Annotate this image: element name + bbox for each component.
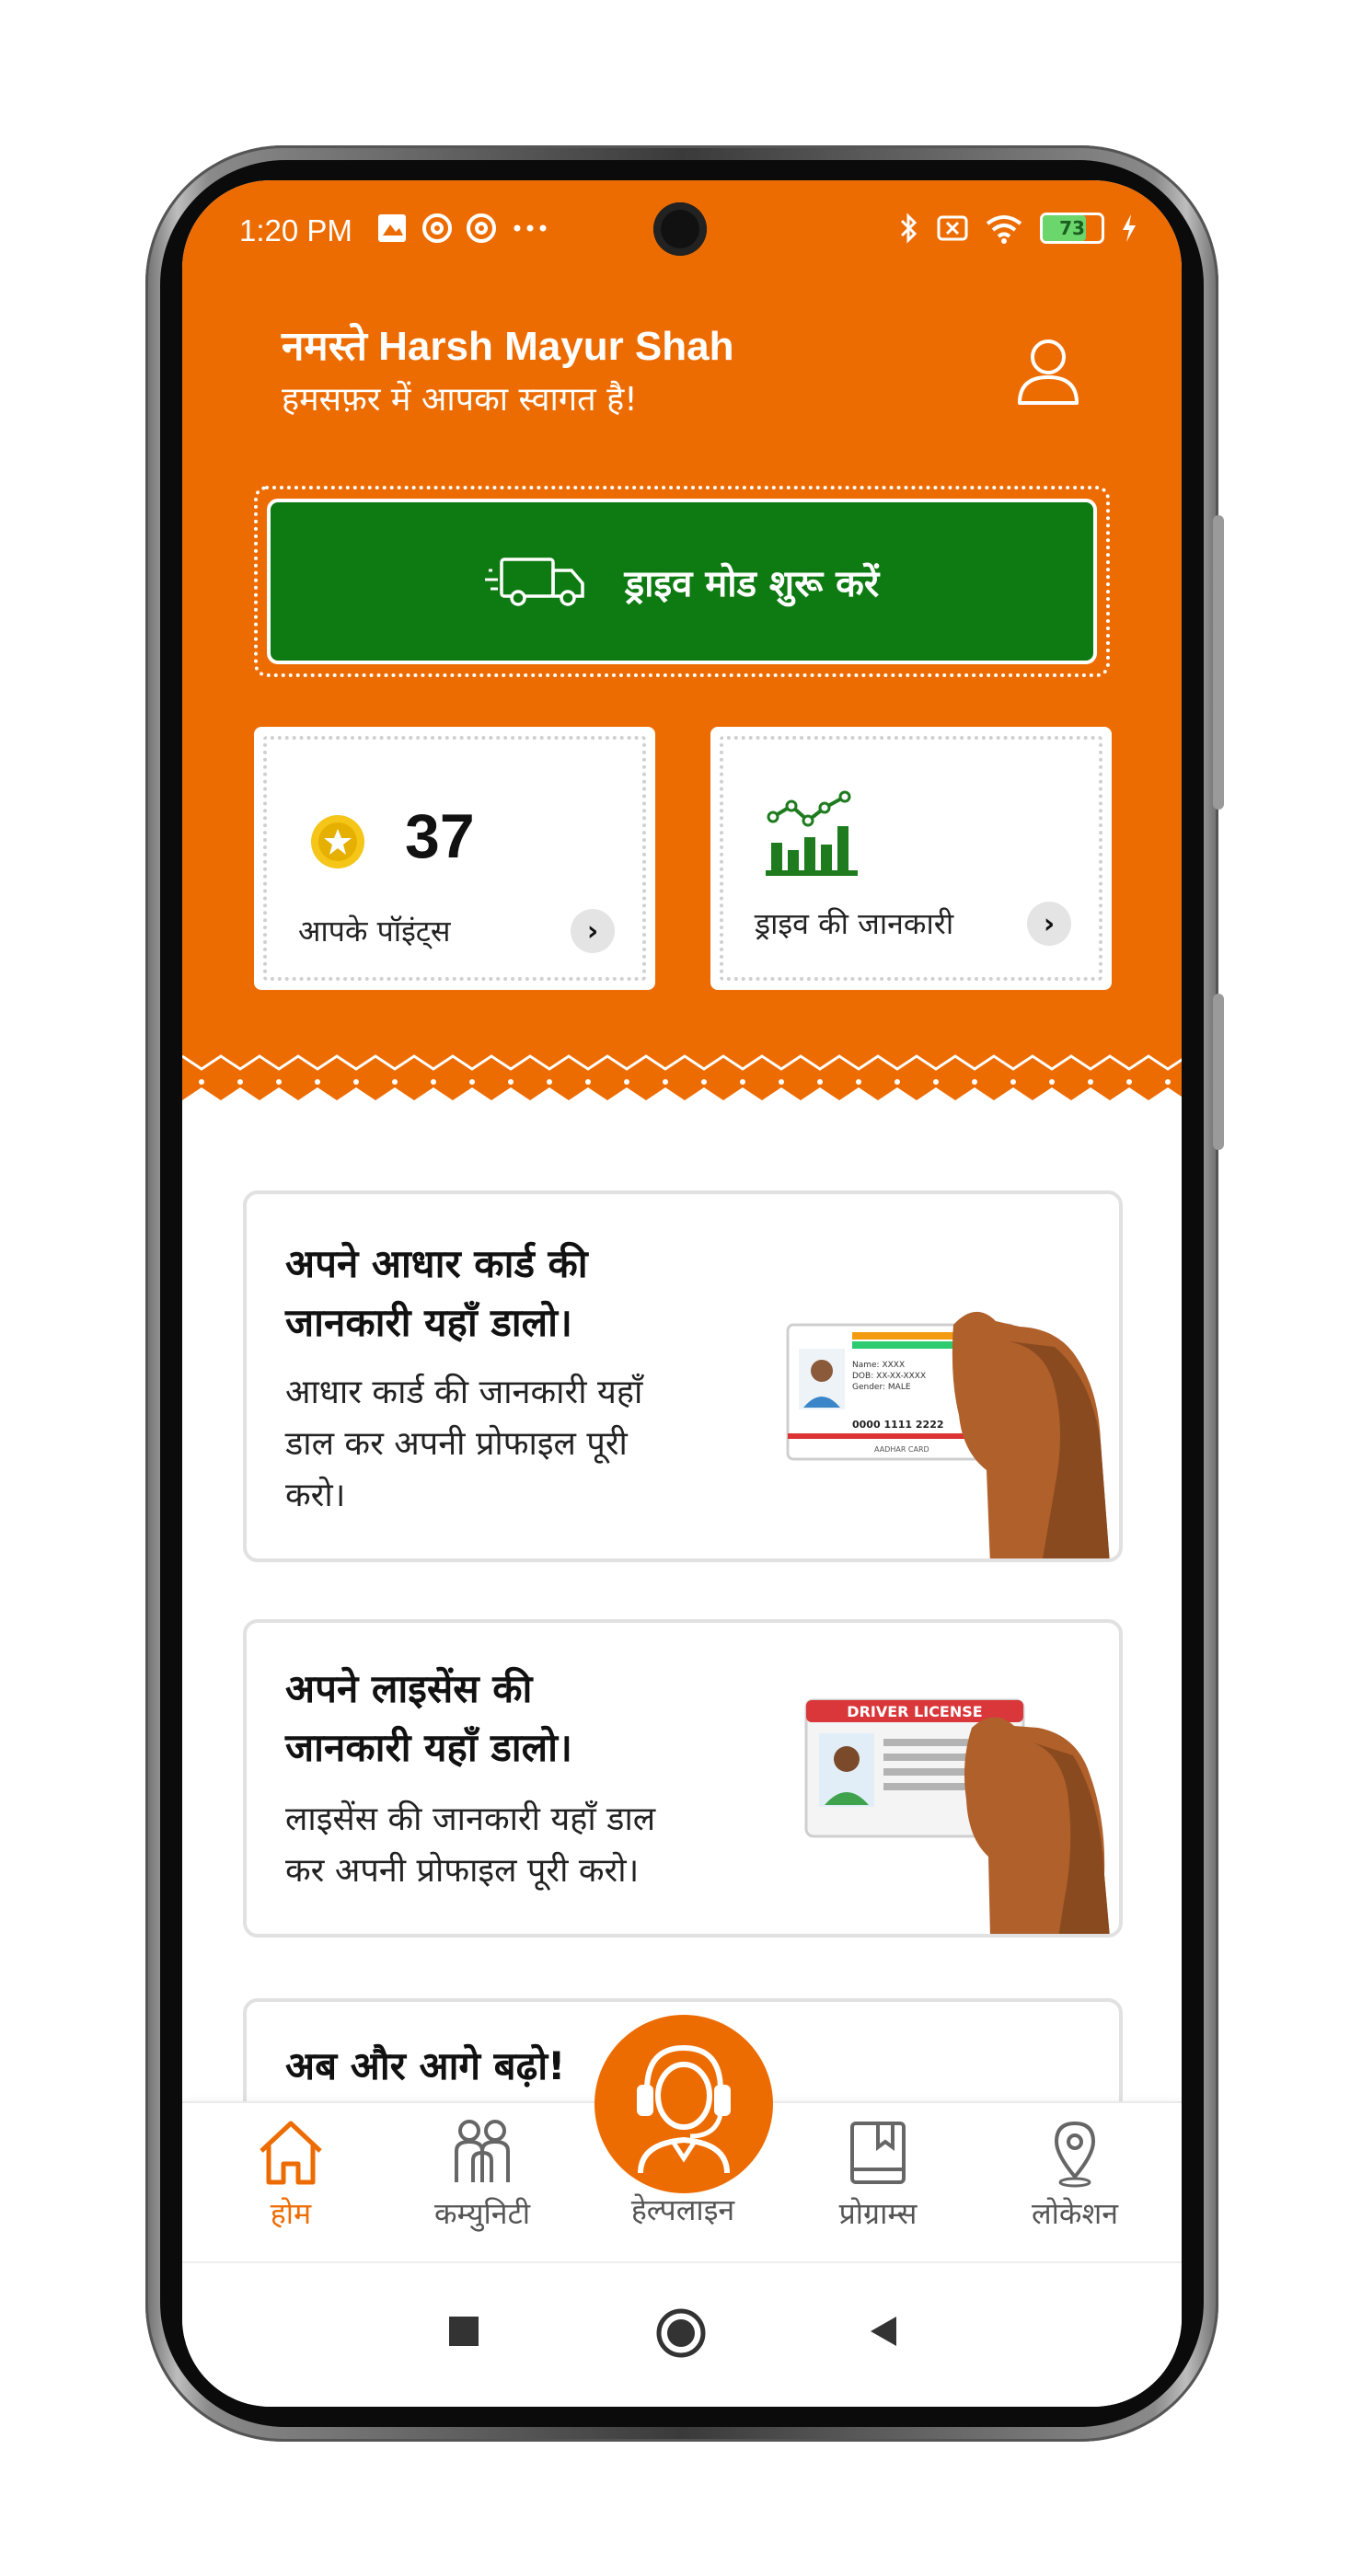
start-drive-mode-button[interactable]: ड्राइव मोड शुरू करें — [267, 499, 1097, 664]
coin-star-icon — [311, 815, 364, 868]
aadhaar-dob-text: DOB: XX-XX-XXXX — [852, 1372, 926, 1381]
aadhaar-card-illustration: Name: XXXX DOB: XX-XX-XXXX Gender: MALE … — [786, 1312, 1110, 1558]
phone-screen: 1:20 PM 73 नमस्ते Harsh Mayur Shah हमसफ़… — [182, 180, 1182, 2407]
aadhaar-card-title: अपने आधार कार्ड की जानकारी यहाँ डालो। — [285, 1241, 588, 1345]
battery-icon: 73 — [1040, 213, 1104, 244]
zigzag-divider — [182, 1036, 1182, 1137]
nav-programs-label: प्रोग्राम्स — [838, 2196, 918, 2231]
more-dots-icon — [514, 224, 547, 232]
bar-chart-trend-icon — [766, 790, 858, 876]
aadhaar-info-card[interactable]: अपने आधार कार्ड की जानकारी यहाँ डालो। आध… — [243, 1190, 1123, 1562]
bluetooth-icon — [900, 213, 918, 244]
aadhaar-card-description: आधार कार्ड की जानकारी यहाँ डाल कर अपनी प… — [285, 1374, 643, 1514]
power-button — [1213, 994, 1224, 1150]
points-card[interactable]: 37 आपके पॉइंट्स › — [254, 727, 655, 990]
nav-community[interactable]: कम्युनिटी — [399, 2118, 565, 2233]
drive-mode-frame: ड्राइव मोड शुरू करें — [254, 486, 1110, 677]
nav-location-label: लोकेशन — [1031, 2196, 1119, 2231]
book-icon — [850, 2122, 906, 2184]
location-pin-icon — [1054, 2121, 1096, 2188]
aadhaar-label-text: AADHAR CARD — [874, 1445, 929, 1454]
profile-icon[interactable] — [1016, 335, 1080, 408]
grow-further-title: अब और आगे बढ़ो! — [285, 2043, 566, 2088]
battery-level: 73 — [1059, 217, 1085, 239]
points-chevron-right-icon[interactable]: › — [571, 909, 615, 953]
points-label: आपके पॉइंट्स — [298, 914, 451, 949]
nav-programs[interactable]: प्रोग्राम्स — [795, 2118, 961, 2233]
nav-community-label: कम्युनिटी — [433, 2196, 530, 2231]
back-triangle-icon[interactable] — [865, 2313, 902, 2350]
greeting-block: नमस्ते Harsh Mayur Shah हमसफ़र में आपका … — [282, 316, 734, 420]
aadhaar-number-text: 0000 1111 2222 — [852, 1419, 944, 1431]
helpline-button[interactable] — [594, 2015, 773, 2193]
home-icon — [260, 2121, 322, 2185]
aadhaar-name-text: Name: XXXX — [852, 1361, 905, 1370]
nav-location[interactable]: लोकेशन — [992, 2118, 1158, 2233]
status-bar: 1:20 PM 73 — [182, 180, 1182, 272]
at-icon — [422, 213, 452, 243]
drive-info-chevron-right-icon[interactable]: › — [1027, 902, 1071, 946]
aadhaar-gender-text: Gender: MALE — [852, 1383, 911, 1392]
volume-button — [1213, 515, 1224, 810]
community-icon — [455, 2120, 510, 2182]
gallery-icon — [378, 214, 406, 242]
driver-license-heading: DRIVER LICENSE — [847, 1703, 982, 1720]
no-sim-icon — [937, 215, 968, 241]
recents-square-icon[interactable] — [445, 2313, 482, 2350]
system-navigation-bar — [182, 2261, 1182, 2407]
status-time: 1:20 PM — [239, 213, 352, 247]
license-info-card[interactable]: अपने लाइसेंस की जानकारी यहाँ डालो। लाइसे… — [243, 1619, 1123, 1938]
home-circle-icon[interactable] — [655, 2307, 707, 2359]
greeting-title: नमस्ते Harsh Mayur Shah — [282, 324, 734, 369]
wifi-icon — [986, 215, 1022, 244]
drive-info-card[interactable]: ड्राइव की जानकारी › — [710, 727, 1112, 990]
start-drive-mode-label: ड्राइव मोड शुरू करें — [624, 562, 880, 605]
license-card-description: लाइसेंस की जानकारी यहाँ डाल कर अपनी प्रो… — [285, 1800, 656, 1890]
nav-home-label: होम — [270, 2196, 312, 2231]
nav-helpline-label: हेल्पलाइन — [630, 2192, 735, 2227]
charging-icon — [1123, 214, 1136, 242]
headset-icon — [637, 2044, 731, 2173]
welcome-subtitle: हमसफ़र में आपका स्वागत है! — [282, 381, 638, 419]
nav-helpline[interactable]: हेल्पलाइन — [600, 2190, 766, 2229]
driver-license-illustration: DRIVER LICENSE — [804, 1698, 1110, 1934]
drive-info-label: ड्राइव की जानकारी — [755, 906, 954, 941]
points-value: 37 — [405, 801, 475, 871]
truck-icon — [484, 558, 584, 606]
front-camera — [653, 202, 707, 256]
at-icon — [467, 213, 496, 243]
license-card-title: अपने लाइसेंस की जानकारी यहाँ डालो। — [285, 1666, 572, 1770]
nav-home[interactable]: होम — [208, 2118, 374, 2233]
